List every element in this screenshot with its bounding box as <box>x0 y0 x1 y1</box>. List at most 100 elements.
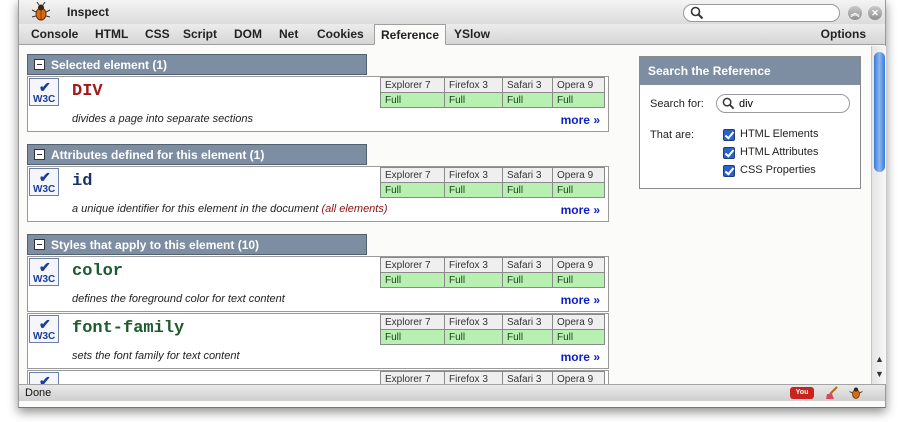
browser-header: Safari 3 <box>502 257 553 273</box>
search-input[interactable] <box>708 6 833 20</box>
reference-search-input[interactable] <box>739 96 839 111</box>
support-value: Full <box>380 92 445 108</box>
browser-header: Opera 9 <box>552 77 605 93</box>
item-description: a unique identifier for this element in … <box>72 203 388 215</box>
browser-header: Firefox 3 <box>444 77 503 93</box>
reference-content: Selected element (1) ✔ W3C DIV Explorer 7… <box>19 46 871 384</box>
firebug-icon[interactable] <box>31 2 51 22</box>
reference-item-partial: ✔ Explorer 7 Firefox 3 Safari 3 Opera 9 <box>27 370 609 384</box>
options-menu[interactable]: Options <box>821 27 866 41</box>
tab-reference[interactable]: Reference <box>374 24 447 45</box>
support-value: Full <box>380 329 445 345</box>
reference-item-font-family: ✔ W3C font-family Explorer 7 Firefox 3 Safa… <box>27 313 609 369</box>
that-are-label: That are: <box>650 129 695 141</box>
support-value: Full <box>552 92 605 108</box>
scroll-up-icon[interactable]: ▲ <box>875 354 884 364</box>
browser-support-table: Explorer 7 Firefox 3 Safari 3 Opera 9 <box>380 371 605 384</box>
browser-header: Firefox 3 <box>444 257 503 273</box>
reference-item-div: ✔ W3C DIV Explorer 7 Firefox 3 Safari 3 Oper… <box>27 76 609 132</box>
browser-header: Explorer 7 <box>380 257 445 273</box>
title-bar: Inspect ︽ ✕ <box>19 0 885 24</box>
tab-dom[interactable]: DOM <box>234 27 262 41</box>
browser-header: Explorer 7 <box>380 77 445 93</box>
tab-script[interactable]: Script <box>183 27 217 41</box>
detach-button[interactable]: ︽ <box>848 6 862 20</box>
section-header-attributes[interactable]: Attributes defined for this element (1) <box>27 144 367 165</box>
browser-header: Explorer 7 <box>380 314 445 330</box>
search-reference-panel: Search the Reference Search for: That ar… <box>639 56 861 189</box>
support-value: Full <box>444 182 503 198</box>
browser-header: Opera 9 <box>552 314 605 330</box>
tab-net[interactable]: Net <box>279 27 298 41</box>
search-for-label: Search for: <box>650 98 704 110</box>
close-icon: ✕ <box>871 8 879 18</box>
browser-support-table: Explorer 7 Firefox 3 Safari 3 Opera 9 Full F… <box>380 77 605 108</box>
search-icon <box>722 97 735 110</box>
checkmark-icon: ✔ <box>39 373 51 384</box>
more-link[interactable]: more » <box>561 350 600 364</box>
search-icon <box>690 6 704 20</box>
browser-header: Safari 3 <box>502 167 553 183</box>
section-header-styles[interactable]: Styles that apply to this element (10) <box>27 234 367 255</box>
reference-search-box[interactable] <box>716 94 850 113</box>
w3c-badge: ✔ W3C <box>29 315 59 343</box>
search-box[interactable] <box>683 4 840 22</box>
support-value: Full <box>552 329 605 345</box>
support-value: Full <box>502 329 553 345</box>
scrollbar-thumb[interactable] <box>874 52 885 172</box>
tab-bar: Console HTML CSS Script DOM Net Cookies … <box>19 24 885 45</box>
checkmark-icon: ✔ <box>39 169 51 185</box>
browser-header: Safari 3 <box>502 314 553 330</box>
youtube-icon[interactable]: You Tube <box>790 387 814 408</box>
support-value: Full <box>502 272 553 288</box>
item-scope: (all elements) <box>321 203 388 215</box>
inspector-window: Inspect ︽ ✕ Console HTML CSS Script DOM … <box>18 0 886 408</box>
w3c-badge: ✔ <box>29 372 59 384</box>
checkbox-checked[interactable] <box>723 165 735 177</box>
browser-header: Firefox 3 <box>444 167 503 183</box>
reference-item-id: ✔ W3C id Explorer 7 Firefox 3 Safari 3 Opera… <box>27 166 609 222</box>
close-button[interactable]: ✕ <box>868 6 882 20</box>
support-value: Full <box>552 272 605 288</box>
tab-yslow[interactable]: YSlow <box>454 27 490 41</box>
scroll-down-icon[interactable]: ▼ <box>875 369 884 379</box>
w3c-badge: ✔ W3C <box>29 258 59 286</box>
browser-header: Explorer 7 <box>380 167 445 183</box>
broom-icon[interactable] <box>825 386 839 400</box>
browser-header: Opera 9 <box>552 167 605 183</box>
support-value: Full <box>444 329 503 345</box>
browser-header: Safari 3 <box>502 371 553 384</box>
section-header-selected-element[interactable]: Selected element (1) <box>27 54 367 75</box>
vertical-scrollbar[interactable]: ▲ ▼ <box>871 46 886 384</box>
browser-header: Firefox 3 <box>444 371 503 384</box>
support-value: Full <box>444 272 503 288</box>
more-link[interactable]: more » <box>561 203 600 217</box>
checkbox-checked[interactable] <box>723 147 735 159</box>
support-value: Full <box>502 182 553 198</box>
support-value: Full <box>380 272 445 288</box>
tab-cookies[interactable]: Cookies <box>317 27 364 41</box>
item-name: color <box>72 262 124 281</box>
status-bar: Done You Tube <box>19 384 885 408</box>
tab-console[interactable]: Console <box>31 27 78 41</box>
more-link[interactable]: more » <box>561 113 600 127</box>
browser-support-table: Explorer 7 Firefox 3 Safari 3 Opera 9 Full F… <box>380 167 605 198</box>
browser-header: Opera 9 <box>552 371 605 384</box>
firebug-status-icon[interactable] <box>849 386 863 400</box>
item-description: sets the font family for text content <box>72 350 240 362</box>
support-value: Full <box>380 182 445 198</box>
checkmark-icon: ✔ <box>39 316 51 332</box>
reference-item-color: ✔ W3C color Explorer 7 Firefox 3 Safari 3 Op… <box>27 256 609 312</box>
checkbox-checked[interactable] <box>723 129 735 141</box>
item-name: DIV <box>72 82 103 101</box>
collapse-icon <box>34 59 45 70</box>
chevron-up-icon: ︽ <box>850 8 860 18</box>
more-link[interactable]: more » <box>561 293 600 307</box>
browser-support-table: Explorer 7 Firefox 3 Safari 3 Opera 9 Full F… <box>380 314 605 345</box>
tab-css[interactable]: CSS <box>145 27 170 41</box>
browser-header: Safari 3 <box>502 77 553 93</box>
collapse-icon <box>34 149 45 160</box>
checkmark-icon: ✔ <box>39 259 51 275</box>
support-value: Full <box>444 92 503 108</box>
tab-html[interactable]: HTML <box>95 27 128 41</box>
